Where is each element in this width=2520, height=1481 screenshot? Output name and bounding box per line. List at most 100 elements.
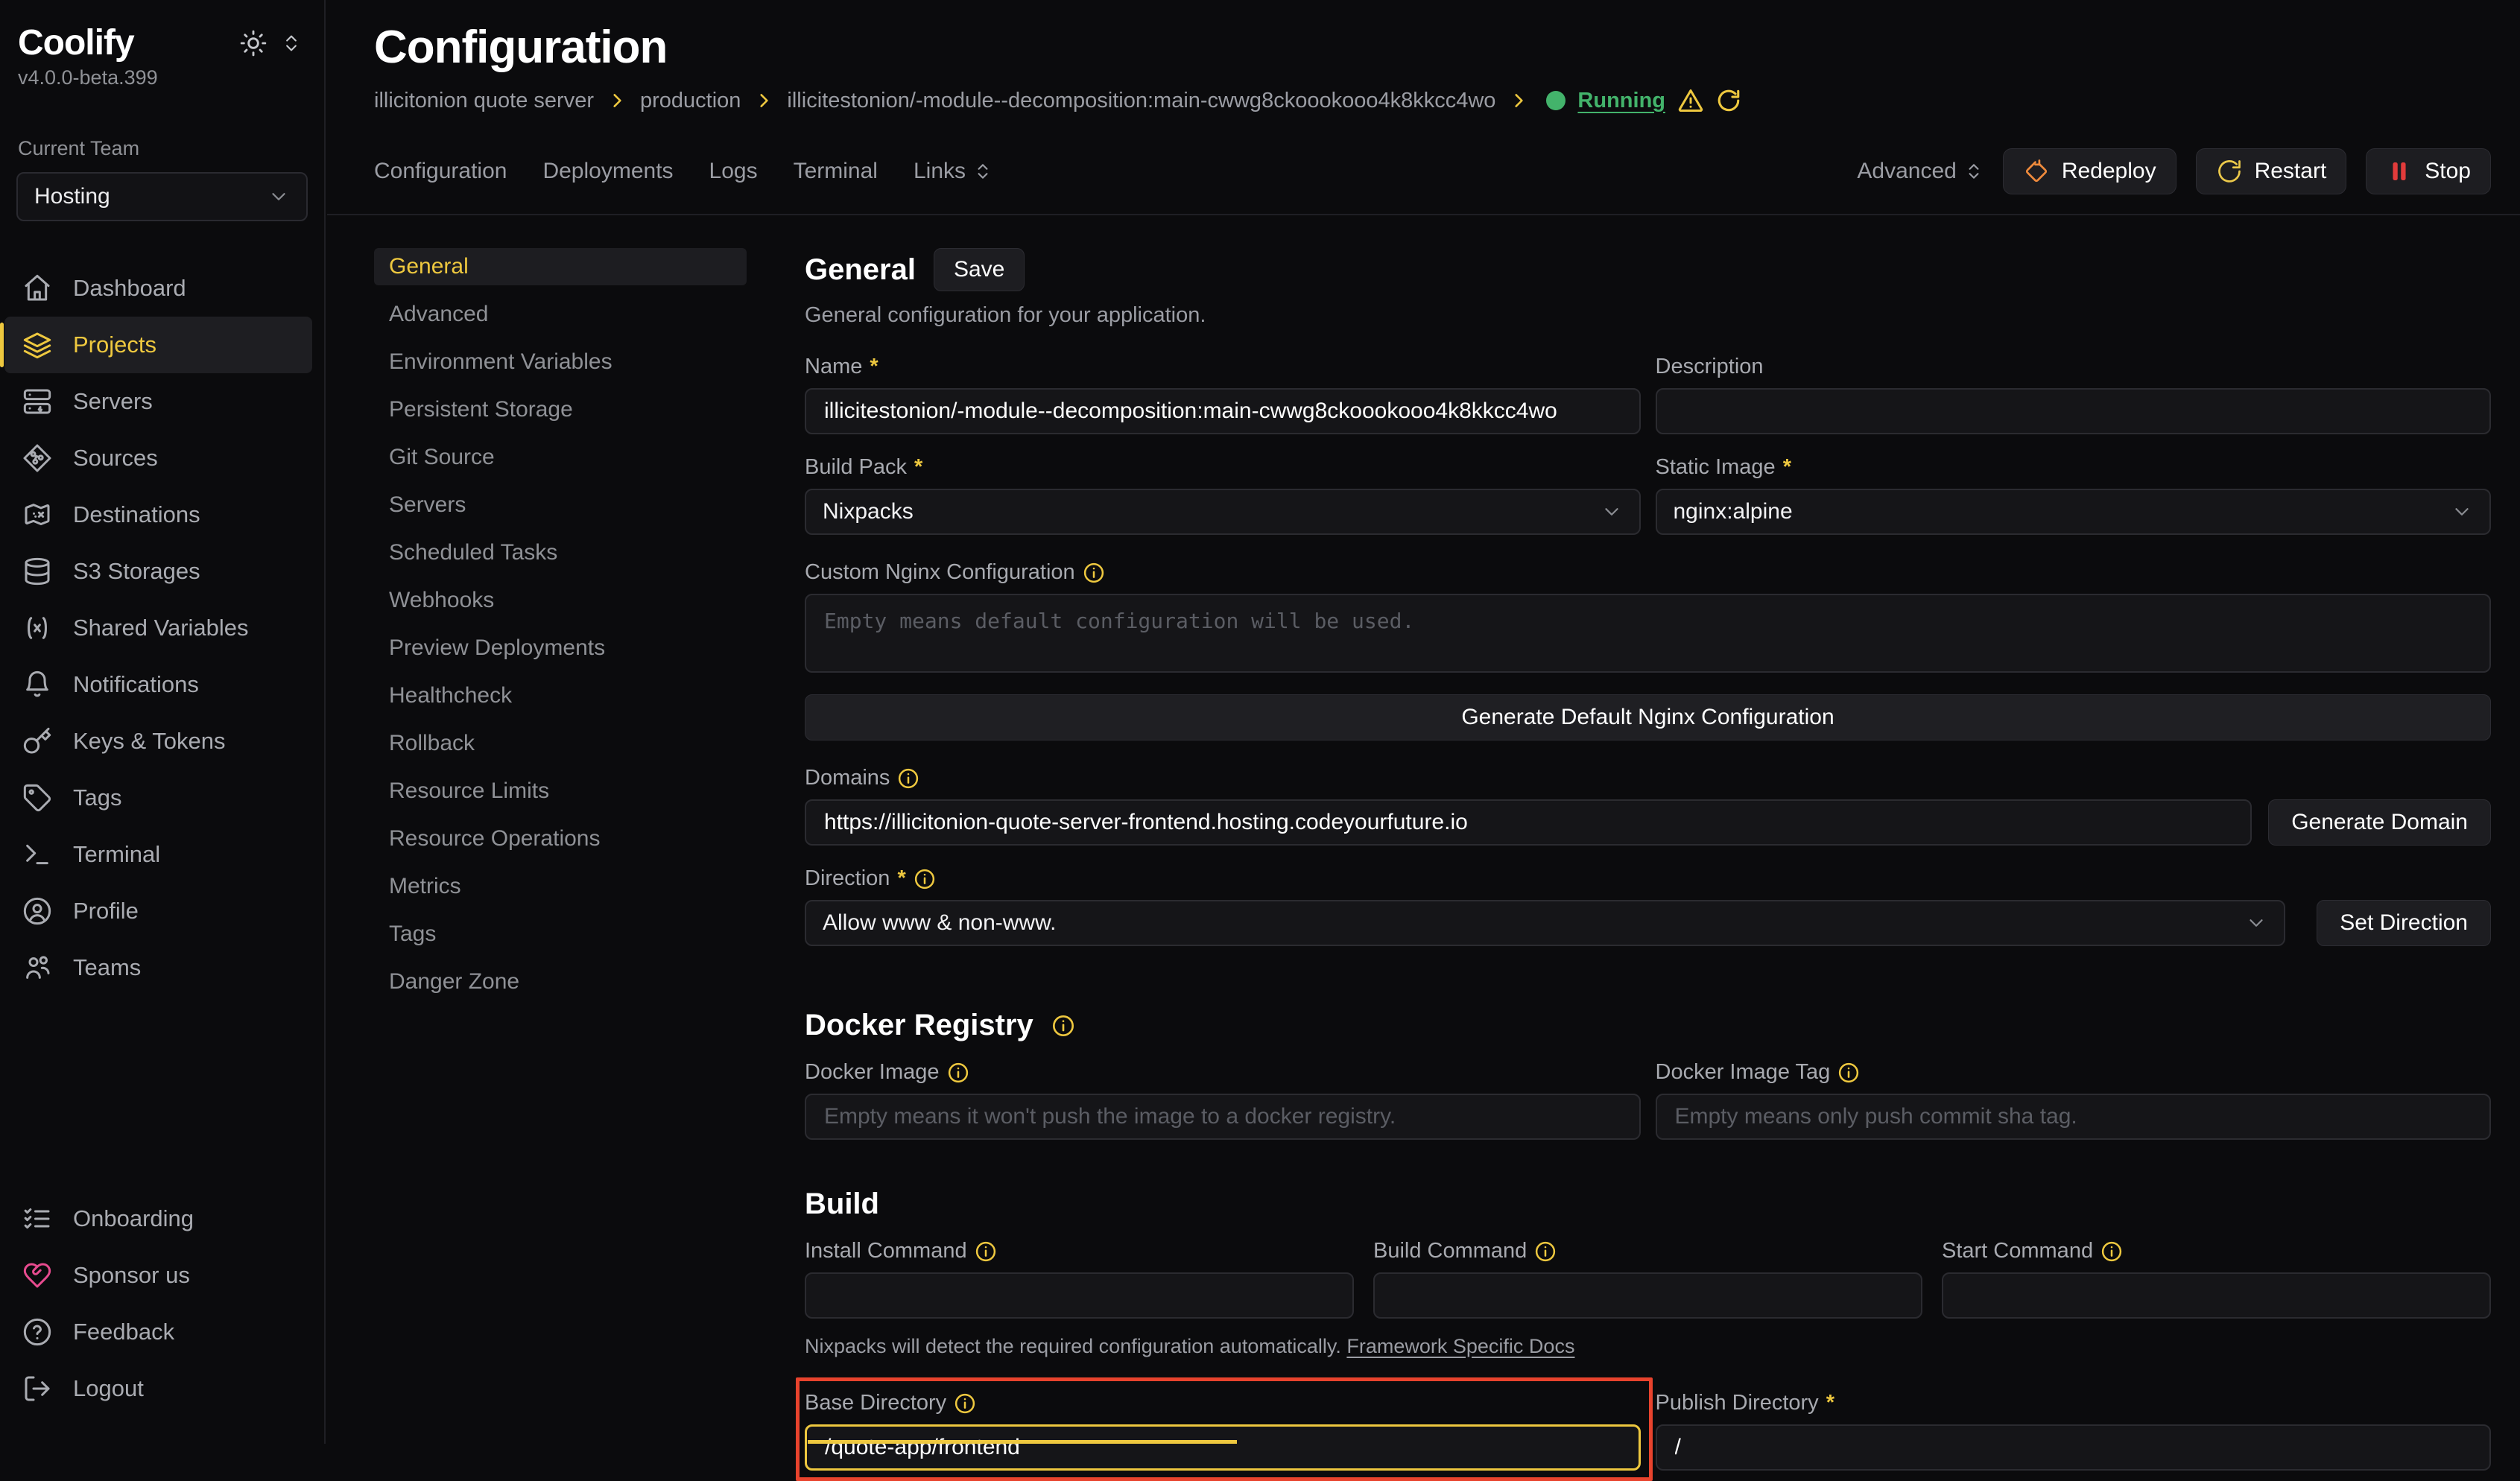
sidebar-item-tags[interactable]: Tags [4, 770, 312, 826]
name-input[interactable] [805, 388, 1641, 434]
restart-button[interactable]: Restart [2196, 148, 2347, 194]
set-direction-button[interactable]: Set Direction [2317, 900, 2491, 946]
subnav-item-resource-operations[interactable]: Resource Operations [374, 820, 747, 857]
status-badge[interactable]: Running [1577, 89, 1665, 113]
sidebar-item-profile[interactable]: Profile [4, 883, 312, 939]
info-icon[interactable] [914, 868, 936, 890]
warning-triangle-icon[interactable] [1677, 87, 1704, 114]
sidebar-item-logout[interactable]: Logout [4, 1360, 312, 1417]
sidebar-item-label: Keys & Tokens [73, 728, 225, 755]
subnav-item-servers[interactable]: Servers [374, 486, 747, 524]
subnav-item-git-source[interactable]: Git Source [374, 439, 747, 476]
build-command-field: Build Command [1373, 1239, 1922, 1319]
status-group: Running [1546, 87, 1741, 114]
custom-nginx-textarea[interactable] [805, 594, 2491, 673]
theme-toggle-sun-icon[interactable] [239, 29, 267, 57]
docker-image-tag-input[interactable] [1656, 1094, 2492, 1140]
sidebar-item-notifications[interactable]: Notifications [4, 656, 312, 713]
publish-directory-input[interactable] [1656, 1424, 2492, 1471]
sidebar-nav: DashboardProjectsServersSourcesDestinati… [0, 260, 324, 996]
info-icon[interactable] [975, 1240, 997, 1263]
info-icon[interactable] [947, 1062, 969, 1084]
sidebar-item-destinations[interactable]: Destinations [4, 486, 312, 543]
install-command-input[interactable] [805, 1272, 1354, 1319]
domains-input[interactable] [805, 799, 2252, 846]
static-image-select[interactable]: nginx:alpine [1656, 489, 2492, 535]
chevron-down-icon [2245, 912, 2267, 934]
info-icon[interactable] [1534, 1240, 1557, 1263]
info-icon[interactable] [897, 767, 919, 790]
sidebar-item-projects[interactable]: Projects [4, 317, 312, 373]
description-input[interactable] [1656, 388, 2492, 434]
tag-icon [22, 783, 52, 813]
general-form: General Save General configuration for y… [805, 248, 2491, 1444]
generate-nginx-button[interactable]: Generate Default Nginx Configuration [805, 694, 2491, 740]
sidebar-item-onboarding[interactable]: Onboarding [4, 1190, 312, 1247]
generate-domain-button[interactable]: Generate Domain [2268, 799, 2491, 846]
direction-select[interactable]: Allow www & non-www. [805, 900, 2285, 946]
info-icon[interactable] [1051, 1014, 1075, 1038]
theme-chevrons-icon[interactable] [281, 33, 302, 54]
subnav-item-scheduled-tasks[interactable]: Scheduled Tasks [374, 534, 747, 571]
main-area: Configuration illicitonion quote server … [327, 0, 2520, 1444]
subnav-item-general[interactable]: General [374, 248, 747, 285]
tab-terminal[interactable]: Terminal [794, 159, 878, 184]
name-field: Name* [805, 355, 1641, 434]
subnav-item-advanced[interactable]: Advanced [374, 296, 747, 333]
sidebar-item-feedback[interactable]: Feedback [4, 1304, 312, 1360]
subnav-item-metrics[interactable]: Metrics [374, 868, 747, 905]
sidebar-item-label: Teams [73, 954, 141, 981]
cutoff-focused-element-edge [808, 1440, 1237, 1444]
breadcrumb-environment[interactable]: production [640, 89, 741, 113]
sidebar-item-sponsor-us[interactable]: Sponsor us [4, 1247, 312, 1304]
tab-logs[interactable]: Logs [709, 159, 758, 184]
redeploy-button[interactable]: Redeploy [2003, 148, 2176, 194]
subnav-item-persistent-storage[interactable]: Persistent Storage [374, 391, 747, 428]
sidebar-item-label: Logout [73, 1375, 144, 1402]
subnav-item-preview-deployments[interactable]: Preview Deployments [374, 629, 747, 667]
sidebar-item-sources[interactable]: Sources [4, 430, 312, 486]
sidebar-item-keys-tokens[interactable]: Keys & Tokens [4, 713, 312, 770]
docker-image-input[interactable] [805, 1094, 1641, 1140]
publish-directory-field: Publish Directory* [1656, 1391, 2492, 1471]
save-button[interactable]: Save [934, 248, 1025, 291]
subnav-item-webhooks[interactable]: Webhooks [374, 582, 747, 619]
start-command-input[interactable] [1942, 1272, 2491, 1319]
stop-button[interactable]: Stop [2366, 148, 2491, 194]
info-icon[interactable] [2100, 1240, 2123, 1263]
team-select[interactable]: Hosting [16, 172, 308, 221]
advanced-dropdown[interactable]: Advanced [1857, 159, 1983, 184]
tab-links[interactable]: Links [914, 159, 993, 184]
info-icon[interactable] [1837, 1062, 1860, 1084]
info-icon[interactable] [1083, 562, 1105, 584]
sidebar-item-label: Tags [73, 784, 121, 811]
base-directory-input[interactable] [805, 1424, 1641, 1471]
sidebar-item-teams[interactable]: Teams [4, 939, 312, 996]
build-pack-select[interactable]: Nixpacks [805, 489, 1641, 535]
sidebar-item-dashboard[interactable]: Dashboard [4, 260, 312, 317]
layers-icon [22, 330, 52, 360]
home-icon [22, 273, 52, 303]
subnav-item-danger-zone[interactable]: Danger Zone [374, 963, 747, 1000]
chevron-down-icon [2451, 501, 2473, 523]
breadcrumb-project[interactable]: illicitonion quote server [374, 89, 594, 113]
subnav-item-environment-variables[interactable]: Environment Variables [374, 343, 747, 381]
sidebar-item-terminal[interactable]: Terminal [4, 826, 312, 883]
breadcrumb-application[interactable]: illicitestonion/-module--decomposition:m… [787, 89, 1495, 113]
build-command-input[interactable] [1373, 1272, 1922, 1319]
sidebar-item-servers[interactable]: Servers [4, 373, 312, 430]
tab-deployments[interactable]: Deployments [542, 159, 673, 184]
framework-docs-link[interactable]: Framework Specific Docs [1346, 1335, 1574, 1357]
tab-configuration[interactable]: Configuration [374, 159, 507, 184]
sidebar-item-shared-variables[interactable]: Shared Variables [4, 600, 312, 656]
subnav-item-resource-limits[interactable]: Resource Limits [374, 773, 747, 810]
subnav-item-rollback[interactable]: Rollback [374, 725, 747, 762]
subnav-item-healthcheck[interactable]: Healthcheck [374, 677, 747, 714]
sidebar-item-label: S3 Storages [73, 558, 200, 585]
redeploy-icon [2023, 158, 2050, 185]
refresh-status-icon[interactable] [1716, 88, 1741, 113]
sidebar-item-s3-storages[interactable]: S3 Storages [4, 543, 312, 600]
subnav-item-tags[interactable]: Tags [374, 916, 747, 953]
app-version: v4.0.0-beta.399 [0, 63, 324, 89]
info-icon[interactable] [954, 1392, 976, 1415]
